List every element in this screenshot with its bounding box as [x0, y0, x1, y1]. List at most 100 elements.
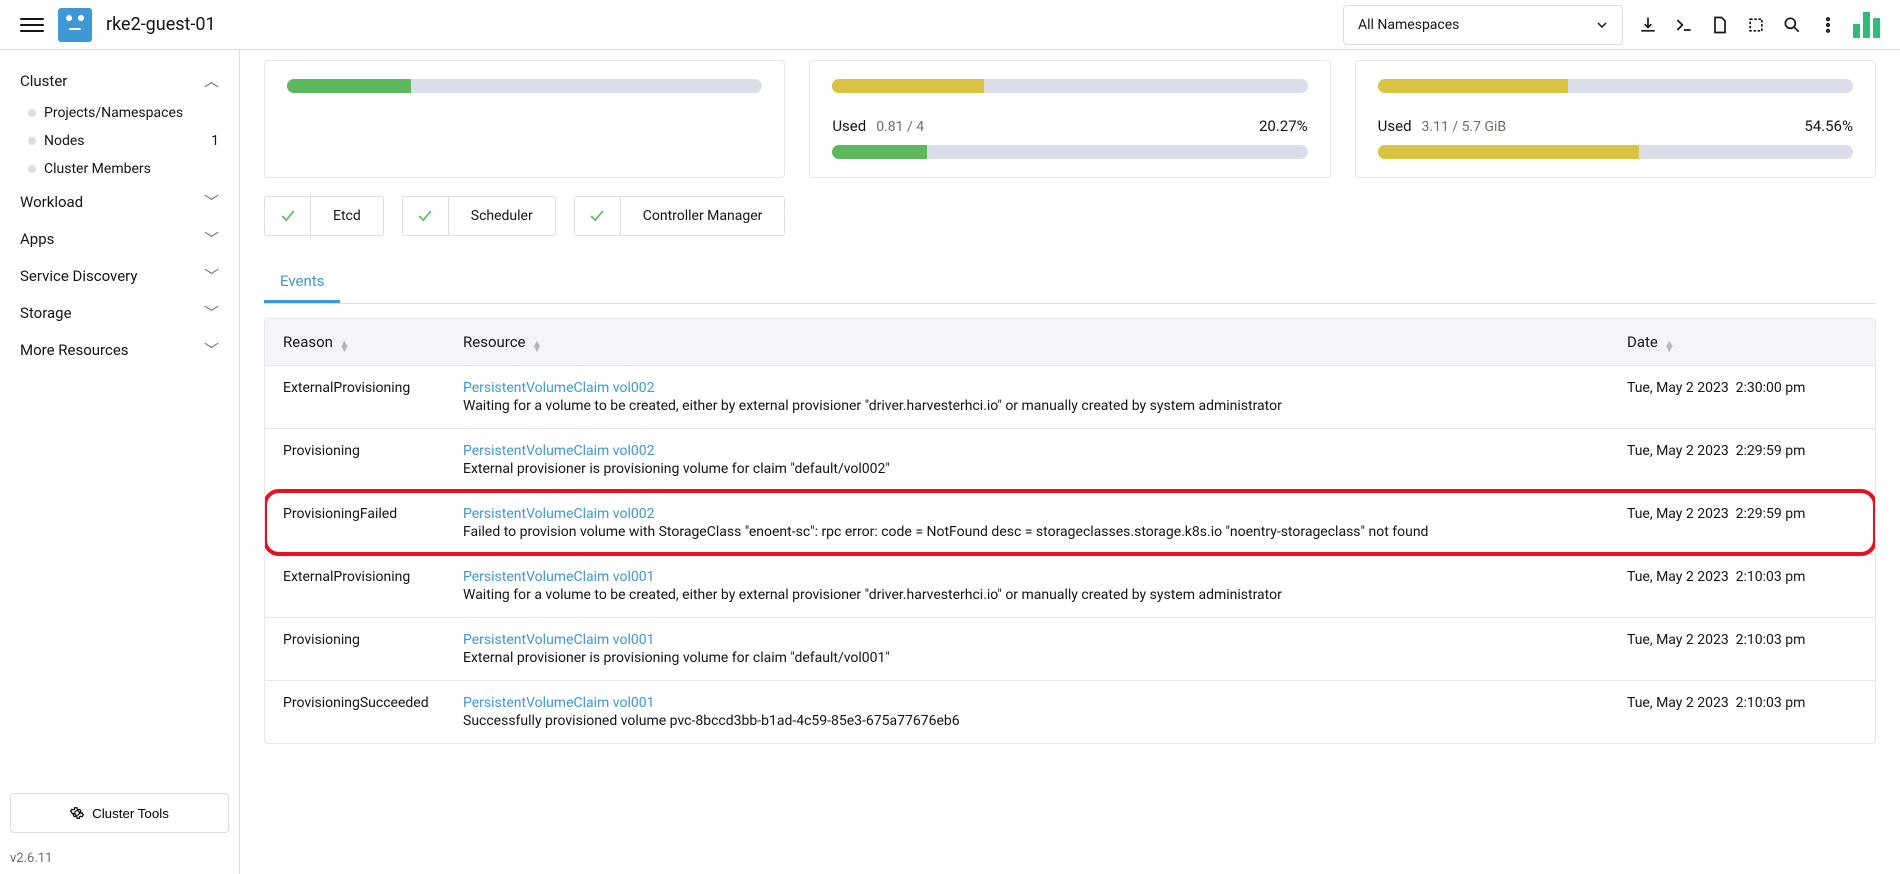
gauge-percent: 20.27%	[1259, 117, 1308, 135]
bullet-icon	[28, 165, 36, 173]
status-chip-etcd[interactable]: Etcd	[264, 196, 384, 236]
check-icon	[265, 197, 311, 235]
sidebar-item-label: Nodes	[44, 133, 85, 149]
gauge-used-row: Used 3.11 / 5.7 GiB 54.56%	[1378, 117, 1853, 135]
gauge-used-row: Used0.81 / 420.27%	[832, 117, 1307, 135]
event-resource-link[interactable]: PersistentVolumeClaim vol002	[463, 443, 1607, 459]
menu-toggle-button[interactable]	[20, 13, 44, 37]
status-chip-label: Controller Manager	[621, 197, 785, 235]
gauge-percent: 54.56%	[1804, 117, 1853, 135]
event-message: Waiting for a volume to be created, eith…	[463, 587, 1607, 603]
search-button[interactable]	[1781, 14, 1803, 36]
cluster-tools-label: Cluster Tools	[92, 806, 169, 821]
sidebar-section-label: Service Discovery	[20, 267, 137, 285]
event-resource-cell: PersistentVolumeClaim vol002 Waiting for …	[463, 380, 1627, 414]
sidebar-section-label: Cluster	[20, 72, 67, 90]
event-message: External provisioner is provisioning vol…	[463, 461, 1607, 477]
gauge-bottom-bar	[832, 145, 1307, 159]
event-date: Tue, May 2 2023 2:29:59 pm	[1627, 443, 1857, 459]
gauge-used-label: Used	[1378, 117, 1412, 135]
chevron-down-icon: ﹀	[204, 191, 219, 212]
sidebar-section-cluster[interactable]: Cluster︿	[0, 62, 239, 99]
import-yaml-button[interactable]	[1709, 14, 1731, 36]
sort-icon: ▲▼	[339, 341, 350, 351]
event-resource-cell: PersistentVolumeClaim vol002 Failed to pr…	[463, 506, 1627, 540]
event-row: ProvisioningFailedPersistentVolumeClaim …	[265, 491, 1875, 554]
sidebar-section-label: Apps	[20, 230, 54, 248]
gauge-top-bar	[287, 79, 762, 93]
event-reason: ProvisioningFailed	[283, 506, 463, 522]
chevron-down-icon: ﹀	[204, 339, 219, 360]
sidebar-nav: Cluster︿Projects/NamespacesNodes1Cluster…	[0, 50, 240, 874]
chevron-down-icon: ﹀	[204, 228, 219, 249]
gauge-card: Used 3.11 / 5.7 GiB 54.56%	[1355, 60, 1876, 178]
event-message: Waiting for a volume to be created, eith…	[463, 398, 1607, 414]
cluster-name[interactable]: rke2-guest-01	[106, 14, 216, 35]
event-date: Tue, May 2 2023 2:10:03 pm	[1627, 695, 1857, 711]
event-resource-cell: PersistentVolumeClaim vol001 External pro…	[463, 632, 1627, 666]
event-row: ExternalProvisioningPersistentVolumeClai…	[265, 365, 1875, 428]
brand-bars-icon	[1853, 12, 1880, 38]
status-chip-label: Etcd	[311, 197, 383, 235]
more-actions-button[interactable]	[1817, 14, 1839, 36]
gauge-top-bar	[832, 79, 1307, 93]
column-header-reason[interactable]: Reason▲▼	[283, 333, 463, 351]
event-message: Successfully provisioned volume pvc-8bcc…	[463, 713, 1607, 729]
event-row: ProvisioningPersistentVolumeClaim vol002…	[265, 428, 1875, 491]
event-resource-link[interactable]: PersistentVolumeClaim vol001	[463, 695, 1607, 711]
event-reason: Provisioning	[283, 443, 463, 459]
event-message: Failed to provision volume with StorageC…	[463, 524, 1607, 540]
event-resource-link[interactable]: PersistentVolumeClaim vol002	[463, 380, 1607, 396]
sidebar-item-cluster-members[interactable]: Cluster Members	[0, 155, 239, 183]
chevron-down-icon: ﹀	[204, 302, 219, 323]
sidebar-section-apps[interactable]: Apps ﹀	[0, 220, 239, 257]
sidebar-section-storage[interactable]: Storage ﹀	[0, 294, 239, 331]
rancher-logo[interactable]	[58, 8, 92, 42]
status-chip-scheduler[interactable]: Scheduler	[402, 196, 556, 236]
event-row: ExternalProvisioningPersistentVolumeClai…	[265, 554, 1875, 617]
namespace-selector[interactable]: All Namespaces	[1343, 5, 1623, 45]
events-table-header: Reason▲▼ Resource▲▼ Date▲▼	[265, 319, 1875, 365]
main-content: Used 0.81 / 4 20.27% Used 3.11 / 5.7 GiB 54.5…	[240, 50, 1900, 874]
kubectl-shell-button[interactable]	[1673, 14, 1695, 36]
sidebar-item-nodes[interactable]: Nodes1	[0, 127, 239, 155]
event-row: ProvisioningSucceededPersistentVolumeCla…	[265, 680, 1875, 743]
sidebar-section-label: Storage	[20, 304, 72, 322]
event-reason: ProvisioningSucceeded	[283, 695, 463, 711]
event-message: External provisioner is provisioning vol…	[463, 650, 1607, 666]
event-resource-link[interactable]: PersistentVolumeClaim vol001	[463, 632, 1607, 648]
cluster-tools-button[interactable]: Cluster Tools	[10, 793, 229, 833]
app-header: rke2-guest-01 All Namespaces	[0, 0, 1900, 50]
gauge-top-bar	[1378, 79, 1853, 93]
sidebar-item-projects-namespaces[interactable]: Projects/Namespaces	[0, 99, 239, 127]
status-chip-controller-manager[interactable]: Controller Manager	[574, 196, 786, 236]
event-reason: ExternalProvisioning	[283, 569, 463, 585]
sidebar-section-label: More Resources	[20, 341, 129, 359]
sidebar-section-more-resources[interactable]: More Resources ﹀	[0, 331, 239, 368]
event-resource-link[interactable]: PersistentVolumeClaim vol002	[463, 506, 1607, 522]
sidebar-section-service-discovery[interactable]: Service Discovery﹀	[0, 257, 239, 294]
tab-events[interactable]: Events	[264, 262, 340, 303]
status-chip-label: Scheduler	[449, 197, 555, 235]
copy-config-button[interactable]	[1745, 14, 1767, 36]
event-resource-cell: PersistentVolumeClaim vol001 Waiting for …	[463, 569, 1627, 603]
resource-gauges-row: Used 0.81 / 4 20.27% Used 3.11 / 5.7 GiB 54.5…	[264, 60, 1876, 178]
gauge-used-sub: 3.11 / 5.7 GiB	[1422, 119, 1507, 135]
event-resource-cell: PersistentVolumeClaim vol001 Successfully…	[463, 695, 1627, 729]
download-kubeconfig-button[interactable]	[1637, 14, 1659, 36]
sidebar-section-workload[interactable]: Workload ﹀	[0, 183, 239, 220]
sort-icon: ▲▼	[1664, 341, 1675, 351]
bullet-icon	[28, 137, 36, 145]
column-header-date[interactable]: Date▲▼	[1627, 333, 1857, 351]
events-tabs: Events	[264, 262, 1876, 304]
gauge-bottom-bar	[1378, 145, 1853, 159]
chevron-down-icon	[1596, 19, 1608, 31]
event-date: Tue, May 2 2023 2:10:03 pm	[1627, 569, 1857, 585]
gauge-used-sub: 0.81 / 4	[876, 119, 924, 135]
sidebar-section-label: Workload	[20, 193, 83, 211]
gauge-card	[264, 60, 785, 178]
sidebar-item-label: Projects/Namespaces	[44, 105, 183, 121]
event-resource-link[interactable]: PersistentVolumeClaim vol001	[463, 569, 1607, 585]
column-header-resource[interactable]: Resource▲▼	[463, 333, 1627, 351]
check-icon	[403, 197, 449, 235]
